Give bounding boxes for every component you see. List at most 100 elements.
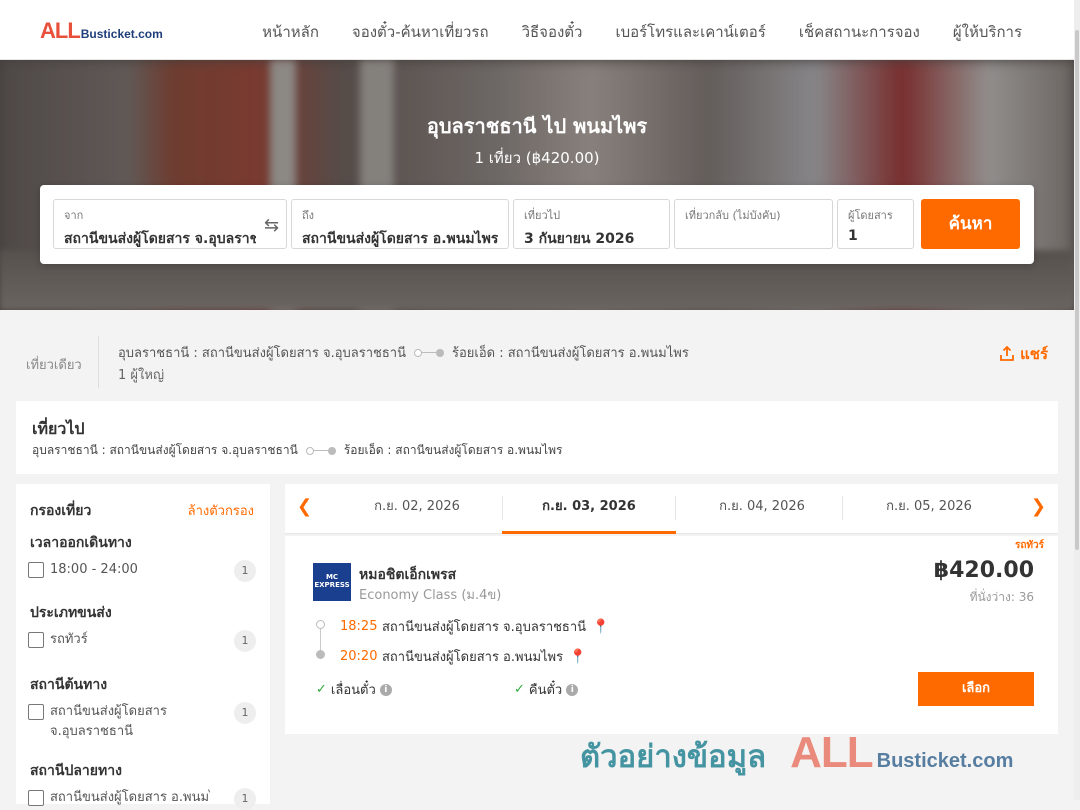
route-subtitle: 1 เที่ยว (฿420.00)	[474, 149, 600, 167]
trip-route: อุบลราชธานี : สถานีขนส่งผู้โดยสาร จ.อุบล…	[118, 342, 689, 363]
trip-type: เที่ยวเดียว	[26, 358, 82, 373]
logo-all: ALL	[40, 18, 81, 43]
filter-option-label: รถทัวร์	[50, 632, 88, 647]
departure-destination: ร้อยเอ็ด : สถานีขนส่งผู้โดยสาร อ.พนมไพร	[343, 443, 563, 457]
trip-destination: ร้อยเอ็ด : สถานีขนส่งผู้โดยสาร อ.พนมไพร	[451, 346, 689, 361]
chevron-right-icon[interactable]: ❯	[1031, 496, 1046, 517]
route-line-icon	[305, 446, 336, 456]
departure-route: อุบลราชธานี : สถานีขนส่งผู้โดยสาร จ.อุบล…	[32, 441, 562, 460]
operator-logo: MC EXPRESS	[313, 563, 351, 601]
route-line-icon	[413, 348, 444, 358]
check-icon: ✓	[514, 682, 525, 697]
depart-date-field[interactable]: เที่ยวไป 3 กันยายน 2026	[513, 199, 670, 249]
ticket-price: ฿420.00	[933, 558, 1034, 583]
date-tab[interactable]: ก.ย. 02, 2026	[330, 484, 504, 534]
filter-section-title: ประเภทขนส่ง	[30, 605, 112, 621]
route-title: อุบลราชธานี ไป พนมไพร	[426, 114, 648, 138]
watermark: ตัวอย่างข้อมูล ALL Busticket.com	[580, 728, 1013, 781]
filter-panel: กรองเที่ยว ล้างตัวกรอง เวลาออกเดินทาง 18…	[16, 484, 270, 810]
depart-station: สถานีขนส่งผู้โดยสาร จ.อุบลราชธานี	[382, 620, 587, 635]
clear-filters-link[interactable]: ล้างตัวกรอง	[188, 500, 254, 521]
filter-title: กรองเที่ยว	[30, 503, 92, 519]
check-icon: ✓	[316, 682, 327, 697]
trip-result-card: รถทัวร์ MC EXPRESS หมอชิตเอ็กเพรส Econom…	[285, 536, 1058, 734]
from-field[interactable]: จาก สถานีขนส่งผู้โดยสาร จ.อุบลราชธานี	[53, 199, 287, 249]
date-tab-active[interactable]: ก.ย. 03, 2026	[502, 484, 676, 534]
swap-icon[interactable]: ⇆	[264, 215, 279, 236]
watermark-logo-all: ALL	[790, 728, 874, 777]
select-button[interactable]: เลือก	[918, 672, 1034, 706]
menu-contact[interactable]: เบอร์โทรและเคาน์เตอร์	[615, 20, 765, 44]
site-logo[interactable]: ALL Busticket.com	[40, 18, 163, 44]
timeline-start-dot	[316, 620, 325, 629]
menu-check-status[interactable]: เช็คสถานะการจอง	[799, 20, 920, 44]
departure-origin: อุบลราชธานี : สถานีขนส่งผู้โดยสาร จ.อุบล…	[32, 443, 298, 457]
share-icon	[1000, 346, 1014, 361]
depart-value: 3 กันยายน 2026	[524, 231, 635, 247]
map-pin-icon[interactable]: 📍	[592, 619, 609, 635]
page-scrollbar[interactable]	[1074, 0, 1080, 800]
trip-origin: อุบลราชธานี : สถานีขนส่งผู้โดยสาร จ.อุบล…	[118, 346, 406, 361]
date-tab[interactable]: ก.ย. 05, 2026	[842, 484, 1016, 534]
menu-booking[interactable]: จองตั๋ว-ค้นหาเที่ยวรถ	[352, 20, 489, 44]
search-box: จาก สถานีขนส่งผู้โดยสาร จ.อุบลราชธานี ⇆ …	[40, 185, 1034, 264]
checkbox[interactable]	[28, 790, 44, 806]
to-value: สถานีขนส่งผู้โดยสาร อ.พนมไพร	[302, 231, 498, 247]
checkbox[interactable]	[28, 632, 44, 648]
filter-count-badge: 1	[234, 630, 256, 652]
departure-header: เที่ยวไป อุบลราชธานี : สถานีขนส่งผู้โดยส…	[16, 401, 1058, 474]
share-label: แชร์	[1020, 345, 1048, 363]
menu-operators[interactable]: ผู้ให้บริการ	[953, 20, 1022, 44]
arrival-stop: 20:20 สถานีขนส่งผู้โดยสาร อ.พนมไพร 📍	[340, 646, 587, 667]
to-field[interactable]: ถึง สถานีขนส่งผู้โดยสาร อ.พนมไพร	[291, 199, 509, 249]
filter-option-label: สถานีขนส่งผู้โดยสาร จ.อุบลราชธานี	[50, 704, 167, 739]
watermark-logo-busticket: Busticket.com	[876, 750, 1014, 772]
map-pin-icon[interactable]: 📍	[569, 649, 586, 665]
trip-passengers: 1 ผู้ใหญ่	[118, 368, 165, 383]
refund-label: คืนตั๋ว	[528, 683, 563, 698]
menu-how-to[interactable]: วิธีจองตั๋ว	[522, 20, 583, 44]
menu-home[interactable]: หน้าหลัก	[262, 20, 319, 44]
filter-section-title: สถานีต้นทาง	[30, 677, 108, 693]
divider	[98, 336, 99, 388]
passenger-field[interactable]: ผู้โดยสาร 1	[837, 199, 914, 249]
passenger-value: 1	[848, 228, 858, 244]
trip-summary: เที่ยวเดียว อุบลราชธานี : สถานีขนส่งผู้โ…	[0, 336, 1074, 396]
depart-label: เที่ยวไป	[524, 209, 561, 222]
checkbox[interactable]	[28, 562, 44, 578]
top-nav: ALL Busticket.com หน้าหลัก จองตั๋ว-ค้นหา…	[0, 0, 1074, 60]
filter-count-badge: 1	[234, 702, 256, 724]
checkbox[interactable]	[28, 704, 44, 720]
timeline-end-dot	[316, 650, 325, 659]
return-label: เที่ยวกลับ (ไม่บังคับ)	[685, 209, 781, 222]
departure-heading: เที่ยวไป	[32, 419, 85, 438]
refund-policy: ✓ คืนตั๋ว i	[514, 679, 579, 700]
seat-class: Economy Class (ม.4ข)	[359, 588, 502, 603]
filter-option-label: สถานีขนส่งผู้โดยสาร อ.พนมไพร	[50, 790, 210, 805]
scrollbar-thumb[interactable]	[1075, 30, 1079, 550]
return-date-field[interactable]: เที่ยวกลับ (ไม่บังคับ)	[674, 199, 833, 249]
departure-stop: 18:25 สถานีขนส่งผู้โดยสาร จ.อุบลราชธานี …	[340, 616, 610, 637]
reschedule-policy: ✓ เลื่อนตั๋ว i	[316, 679, 392, 700]
arrive-station: สถานีขนส่งผู้โดยสาร อ.พนมไพร	[382, 650, 564, 665]
filter-section-title: เวลาออกเดินทาง	[30, 535, 132, 551]
info-icon[interactable]: i	[566, 683, 579, 696]
info-icon[interactable]: i	[379, 683, 392, 696]
filter-section-title: สถานีปลายทาง	[30, 763, 122, 779]
to-label: ถึง	[302, 209, 315, 222]
date-tabs: ❮ ก.ย. 02, 2026 ก.ย. 03, 2026 ก.ย. 04, 2…	[285, 484, 1058, 534]
vehicle-type-tag: รถทัวร์	[1014, 540, 1044, 551]
logo-busticket: Busticket.com	[80, 27, 163, 41]
main-menu: หน้าหลัก จองตั๋ว-ค้นหาเที่ยวรถ วิธีจองตั…	[262, 20, 1022, 44]
operator-name: หมอชิตเอ็กเพรส	[359, 567, 457, 583]
share-button[interactable]: แชร์	[999, 342, 1048, 366]
filter-count-badge: 1	[234, 560, 256, 582]
arrive-time: 20:20	[340, 649, 378, 664]
chevron-left-icon[interactable]: ❮	[297, 496, 312, 517]
date-tab[interactable]: ก.ย. 04, 2026	[675, 484, 849, 534]
filter-option-label: 18:00 - 24:00	[50, 562, 138, 577]
from-value: สถานีขนส่งผู้โดยสาร จ.อุบลราชธานี	[64, 231, 256, 247]
filter-count-badge: 1	[234, 788, 256, 810]
search-button[interactable]: ค้นหา	[921, 199, 1020, 249]
passenger-label: ผู้โดยสาร	[848, 209, 893, 222]
